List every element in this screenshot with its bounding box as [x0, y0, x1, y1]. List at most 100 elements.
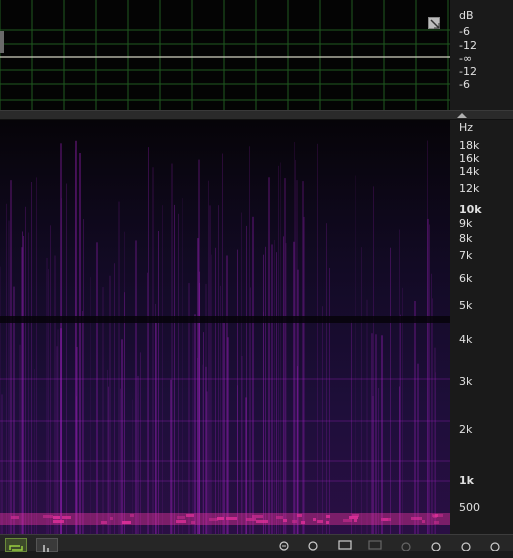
spectral-streak: [25, 206, 26, 534]
spectral-frequency-display[interactable]: [0, 120, 450, 534]
zoom-out-time-icon: [308, 541, 318, 551]
hz-label: 14k: [459, 165, 480, 178]
db-label: -6: [459, 78, 470, 91]
zoom-in-amplitude-button[interactable]: [398, 539, 414, 551]
spectral-streak: [109, 275, 111, 534]
db-ruler[interactable]: dB -6 -12 -∞ -12 -6: [450, 0, 513, 110]
hot-spot: [101, 521, 107, 524]
spectral-streak: [283, 236, 284, 534]
frequency-ruler[interactable]: Hz 18k 16k 14k 12k 10k 9k 8k 7k 6k 5k 4k…: [450, 120, 513, 534]
hz-label: 18k: [459, 139, 480, 152]
zoom-selection-button[interactable]: [367, 539, 383, 551]
hot-spot: [110, 517, 113, 520]
spectral-streak: [148, 147, 149, 534]
spectral-streak: [241, 212, 242, 534]
hz-label: 8k: [459, 232, 473, 245]
zoom-out-time-button[interactable]: [306, 539, 322, 551]
spectral-streak: [203, 332, 204, 534]
spectral-streak: [118, 201, 120, 534]
zoom-in-amplitude-icon: [401, 542, 411, 551]
zoom-out-frequency-button[interactable]: [487, 539, 503, 551]
waveform-scroll-handle[interactable]: [0, 31, 4, 53]
zoom-in-frequency-icon: [461, 542, 471, 551]
spectral-streak: [48, 269, 49, 534]
spectral-streak: [34, 369, 35, 534]
hz-label: 3k: [459, 375, 473, 388]
spectral-band: [0, 460, 450, 462]
spectral-streak: [381, 335, 383, 534]
hot-spot: [246, 518, 256, 521]
hot-spot: [53, 516, 60, 519]
spectral-streak: [222, 153, 223, 534]
zoom-full-button[interactable]: [337, 539, 353, 551]
diagonal-resize-icon: [430, 19, 440, 29]
db-label: -12: [459, 65, 477, 78]
zoom-out-amplitude-icon: [431, 542, 441, 551]
spectral-streak: [135, 240, 137, 534]
hz-label: 500: [459, 501, 480, 514]
spectral-streak: [366, 299, 368, 534]
waveform-grid: [0, 0, 450, 110]
hot-spot: [292, 520, 297, 523]
collapse-arrow-icon[interactable]: [457, 113, 467, 118]
spectral-streak: [274, 239, 275, 534]
spectral-streak: [23, 235, 24, 534]
spectral-streak: [278, 165, 279, 534]
zoom-in-time-button[interactable]: [277, 539, 293, 551]
spectral-streak: [400, 314, 401, 534]
spectral-streak: [237, 385, 238, 534]
spectral-streak: [218, 205, 219, 534]
db-label: -∞: [459, 52, 473, 65]
hot-spot: [122, 521, 131, 524]
spectral-streak: [220, 285, 221, 534]
spectral-streak: [249, 146, 250, 534]
spectral-streak: [158, 231, 159, 534]
spectral-streak: [252, 216, 254, 534]
spectral-streak: [317, 143, 318, 534]
zoom-in-frequency-button[interactable]: [458, 539, 474, 551]
hot-spot: [343, 519, 352, 522]
hot-spot: [226, 517, 237, 520]
spectral-streak: [194, 314, 196, 534]
spectral-streak: [57, 329, 59, 534]
hot-spot: [352, 514, 359, 517]
spectral-streak: [83, 219, 84, 534]
meter-button[interactable]: [36, 538, 58, 552]
spectral-streak: [28, 232, 29, 534]
spectral-streak: [79, 153, 81, 534]
loop-playback-button[interactable]: [5, 538, 27, 552]
spectral-streak: [294, 142, 295, 534]
spectral-streak: [271, 244, 273, 534]
spectral-streak: [276, 252, 277, 534]
spectral-streak: [192, 322, 194, 534]
spectral-streak: [46, 257, 48, 534]
spectral-streak: [399, 229, 400, 534]
spectral-streak: [215, 247, 216, 534]
zoom-in-time-icon: [279, 541, 289, 551]
spectral-streak: [351, 320, 352, 534]
hz-label: 1k: [459, 474, 474, 487]
spectral-streak: [13, 286, 15, 534]
db-unit-label: dB: [459, 9, 474, 22]
zoom-full-icon: [338, 540, 352, 550]
spectral-streak: [76, 346, 78, 534]
hot-spot: [62, 516, 71, 519]
hot-spot: [256, 520, 268, 523]
spectral-streak: [375, 334, 377, 534]
spectral-streak: [361, 247, 362, 534]
spectral-streak: [209, 205, 211, 534]
spectral-band: [0, 480, 450, 482]
hot-spot: [381, 518, 391, 521]
spectral-streak: [202, 364, 203, 534]
hz-label: 6k: [459, 272, 473, 285]
zoom-toggle-button[interactable]: [428, 17, 440, 29]
spectral-streak: [90, 277, 91, 534]
spectral-streak: [54, 255, 56, 534]
hot-spot: [11, 516, 19, 519]
zoom-out-amplitude-button[interactable]: [428, 539, 444, 551]
panel-divider[interactable]: [0, 110, 513, 120]
hz-label: 9k: [459, 217, 473, 230]
waveform-panel[interactable]: [0, 0, 450, 110]
spectral-streak: [60, 143, 62, 534]
hot-spot: [252, 515, 263, 518]
